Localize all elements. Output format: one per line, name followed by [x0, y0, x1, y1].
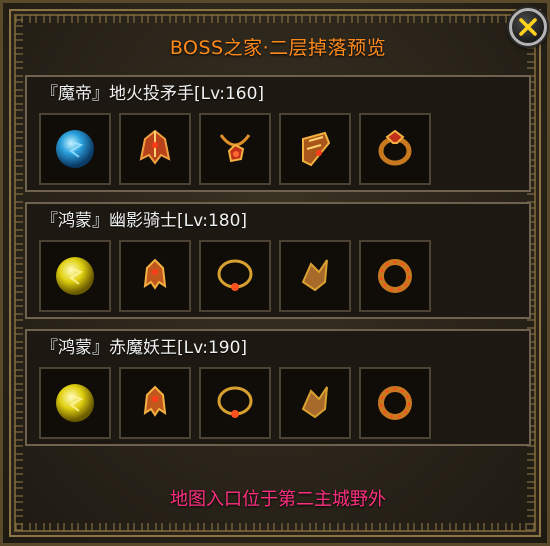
- boss-section-3: 『鸿蒙』赤魔妖王[Lv:190]: [25, 329, 531, 446]
- drop-item-slot[interactable]: [39, 113, 111, 185]
- boss-section-1: 『魔帝』地火投矛手[Lv:160]: [25, 75, 531, 192]
- close-button[interactable]: [509, 8, 547, 46]
- ring-icon: [378, 129, 412, 166]
- frame-pattern-bottom: [15, 523, 535, 531]
- frame-pattern-left: [15, 15, 23, 531]
- helmet-icon: [139, 129, 171, 165]
- helmet-icon: [143, 385, 167, 417]
- yellow-orb-icon: [56, 257, 94, 295]
- drop-item-slot[interactable]: [199, 367, 271, 439]
- bracer-icon: [301, 259, 328, 292]
- drop-item-slot[interactable]: [279, 240, 351, 312]
- close-icon: [519, 18, 537, 36]
- ring-icon: [378, 259, 412, 293]
- drop-item-slot[interactable]: [359, 367, 431, 439]
- helmet-icon: [143, 258, 167, 290]
- ring-icon: [378, 386, 412, 420]
- boss-name-label: 『鸿蒙』幽影骑士[Lv:180]: [41, 211, 248, 231]
- frame-pattern-top: [15, 15, 535, 23]
- panel-title: BOSS之家·二层掉落预览: [169, 37, 387, 59]
- necklace-icon: [219, 134, 251, 163]
- boss-section-2: 『鸿蒙』幽影骑士[Lv:180]: [25, 202, 531, 319]
- drop-item-slot[interactable]: [199, 113, 271, 185]
- drop-item-slot[interactable]: [119, 113, 191, 185]
- drop-item-slot[interactable]: [39, 367, 111, 439]
- drop-preview-panel: BOSS之家·二层掉落预览 『魔帝』地火投矛手[Lv:160] 『鸿蒙』幽影骑士…: [0, 0, 550, 546]
- drop-item-slot[interactable]: [199, 240, 271, 312]
- blue-orb-icon: [56, 130, 94, 168]
- bracer-icon: [301, 386, 328, 419]
- bracer-icon: [302, 131, 331, 167]
- drop-item-slot[interactable]: [359, 240, 431, 312]
- map-entrance-note: 地图入口位于第二主城野外: [170, 489, 386, 510]
- drop-item-slot[interactable]: [119, 367, 191, 439]
- boss-name-label: 『魔帝』地火投矛手[Lv:160]: [41, 84, 265, 104]
- drop-item-slot[interactable]: [359, 113, 431, 185]
- boss-name-label: 『鸿蒙』赤魔妖王[Lv:190]: [41, 338, 248, 358]
- drop-item-slot[interactable]: [39, 240, 111, 312]
- necklace-icon: [217, 259, 253, 291]
- drop-item-slot[interactable]: [119, 240, 191, 312]
- drop-item-slot[interactable]: [279, 113, 351, 185]
- drop-item-slot[interactable]: [279, 367, 351, 439]
- yellow-orb-icon: [56, 384, 94, 422]
- necklace-icon: [217, 386, 253, 418]
